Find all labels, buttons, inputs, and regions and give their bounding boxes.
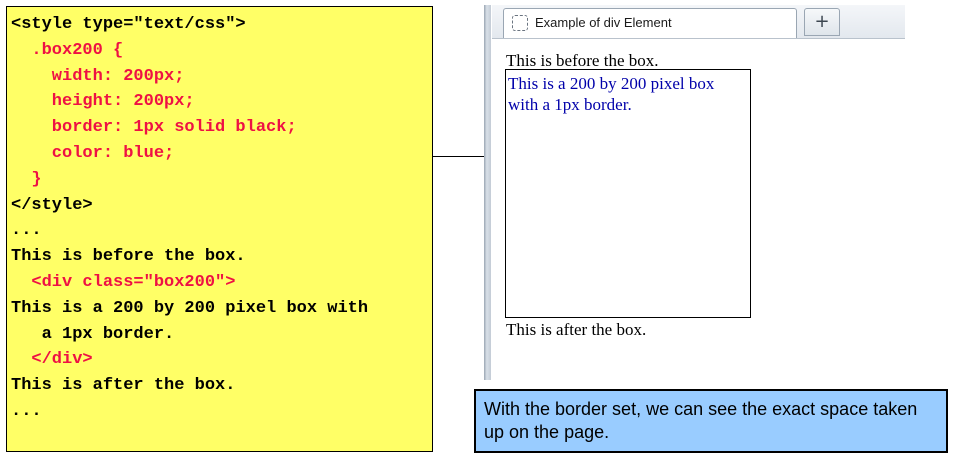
tab-strip: Example of div Element + bbox=[492, 5, 905, 39]
code-line: ... bbox=[11, 221, 42, 241]
new-tab-button[interactable]: + bbox=[804, 8, 840, 36]
code-line: </style> bbox=[11, 195, 93, 215]
code-line: This is a 200 by 200 pixel box with bbox=[11, 298, 369, 318]
code-line: This is before the box. bbox=[11, 247, 246, 267]
code-line: border: 1px solid black; bbox=[11, 118, 297, 138]
code-line: width: 200px; bbox=[11, 66, 185, 86]
code-line: .box200 { bbox=[11, 40, 124, 60]
tab-example-div[interactable]: Example of div Element bbox=[503, 8, 797, 38]
after-text: This is after the box. bbox=[506, 320, 647, 339]
code-line: </div> bbox=[11, 350, 93, 370]
code-line: height: 200px; bbox=[11, 92, 195, 112]
code-line: a 1px border. bbox=[11, 324, 175, 344]
browser-frame-edge bbox=[484, 5, 491, 380]
page-icon bbox=[512, 15, 528, 31]
box200-div: This is a 200 by 200 pixel box with a 1p… bbox=[505, 69, 751, 318]
code-line: ... bbox=[11, 402, 42, 421]
page-viewport: This is before the box. This is a 200 by… bbox=[492, 39, 905, 380]
code-line: This is after the box. bbox=[11, 376, 236, 396]
browser-window: Example of div Element + This is before … bbox=[484, 5, 905, 380]
code-line: } bbox=[11, 169, 42, 189]
code-line: <style type="text/css"> bbox=[11, 15, 246, 34]
before-text: This is before the box. bbox=[506, 51, 659, 70]
arrow-connector bbox=[433, 156, 485, 157]
code-line: <div class="box200"> bbox=[11, 273, 236, 292]
tab-title: Example of div Element bbox=[535, 15, 672, 30]
code-panel: <style type="text/css"> .box200 { width:… bbox=[6, 6, 433, 452]
code-line: color: blue; bbox=[11, 144, 175, 163]
note-callout: With the border set, we can see the exac… bbox=[474, 389, 948, 453]
